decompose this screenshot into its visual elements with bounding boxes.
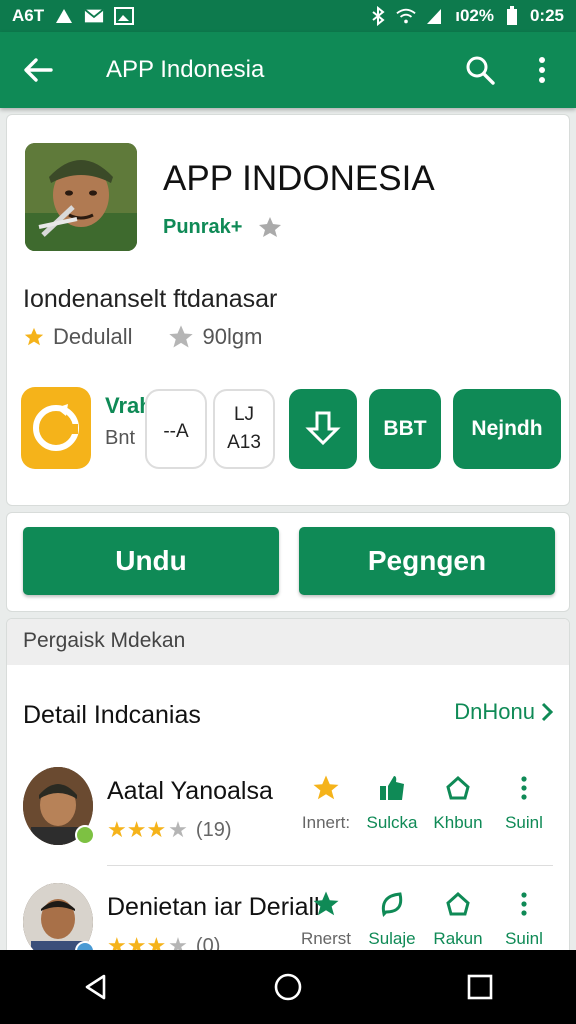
review-action-3[interactable]: Khbun — [425, 773, 491, 833]
nav-recents-button[interactable] — [450, 957, 510, 1017]
review-action-4-label: Suinl — [505, 929, 543, 948]
thumbs-up-icon — [380, 776, 404, 800]
download-arrow-icon — [305, 411, 341, 446]
editor-choice-icon — [259, 217, 282, 237]
search-button[interactable] — [460, 50, 500, 90]
review-action-1[interactable]: Innert: — [293, 773, 359, 833]
review-action-4[interactable]: Suinl — [491, 889, 557, 949]
more-options-button[interactable] — [522, 50, 562, 90]
home-outline-icon — [446, 891, 470, 916]
reviewer-name: Denietan iar Deriall — [107, 893, 320, 921]
mail-icon — [84, 6, 104, 26]
refresh-logo-icon — [33, 404, 79, 451]
downloads-count: 90lgm — [202, 324, 263, 349]
feature-tile-2[interactable]: BBT — [369, 389, 441, 469]
carrier-label: A6T — [12, 6, 45, 25]
battery-icon — [502, 6, 522, 26]
review-item[interactable]: Denietan iar Deriall ★★★ ★ (0) Rnerst Sul… — [23, 883, 557, 957]
wifi-icon — [396, 6, 416, 26]
secondary-button[interactable]: Pegngen — [299, 527, 555, 595]
review-action-2-label: Sulcka — [366, 813, 418, 832]
review-action-1-label: Innert: — [301, 813, 351, 832]
feature-chip-2-line2: A13 — [227, 432, 261, 453]
feature-chip-2[interactable]: LJ A13 — [213, 389, 275, 469]
feature-chip-1-line2: --A — [163, 421, 189, 442]
star-icon — [313, 775, 339, 800]
app-info-card: APP INDONESIA Punrak+ Iondenanselt ftdan… — [6, 114, 570, 506]
search-icon — [466, 56, 495, 85]
reviews-more-link[interactable]: DnHonu — [454, 699, 553, 725]
star-filled-icon: ★★★ — [107, 817, 167, 842]
feature-logo[interactable] — [21, 387, 91, 469]
system-nav-bar — [0, 950, 576, 1024]
arrow-left-icon — [24, 58, 53, 82]
more-vert-icon — [521, 892, 527, 916]
image-icon — [114, 6, 135, 26]
notification-icon — [54, 6, 74, 26]
review-action-2[interactable]: Sulaje — [359, 889, 425, 949]
feature-strip: Vrahonu Bnt --A LJ A13 BBT Nejndh — [21, 387, 561, 469]
nav-back-button[interactable] — [66, 957, 126, 1017]
star-empty-icon: ★ — [168, 817, 188, 842]
rating-label: Dedulall — [53, 324, 133, 349]
avatar-badge — [75, 825, 95, 845]
developer-label: Punrak+ — [163, 215, 243, 238]
review-action-4-label: Suinl — [505, 813, 543, 832]
app-developer[interactable]: Punrak+ — [163, 215, 284, 239]
review-action-1-label: Rnerst — [300, 929, 352, 948]
battery-percent: ı02% — [451, 6, 494, 25]
review-action-4[interactable]: Suinl — [491, 773, 557, 833]
square-recents-icon — [467, 974, 493, 1000]
leaf-icon — [381, 892, 403, 917]
nav-home-button[interactable] — [258, 957, 318, 1017]
install-button[interactable]: Undu — [23, 527, 279, 595]
more-vert-icon — [521, 776, 527, 800]
app-name: APP INDONESIA — [163, 159, 435, 198]
feature-download-tile[interactable] — [289, 389, 357, 469]
reviews-more-label: DnHonu — [454, 699, 535, 724]
status-bar: A6T ı02% 0:25 — [0, 0, 576, 32]
feature-chip-2-line1: LJ — [233, 404, 255, 425]
triangle-back-icon — [85, 974, 106, 1000]
app-bar: APP Indonesia — [0, 32, 576, 108]
app-bar-title: APP Indonesia — [106, 56, 265, 83]
review-action-2-label: Sulaje — [368, 929, 416, 948]
review-action-1[interactable]: Rnerst — [293, 889, 359, 949]
chevron-right-icon — [541, 702, 553, 722]
review-count: (19) — [195, 818, 232, 841]
review-action-3-label: Khbun — [433, 813, 483, 832]
reviews-sub-header: Pergaisk Mdekan — [7, 619, 569, 665]
action-buttons-card: Undu Pegngen — [6, 512, 570, 612]
star-outline-icon — [168, 325, 193, 348]
divider — [107, 865, 553, 866]
person-star-icon — [313, 891, 339, 916]
star-icon — [24, 327, 44, 346]
home-outline-icon — [446, 775, 470, 800]
clock: 0:25 — [529, 6, 564, 25]
more-vert-icon — [539, 57, 545, 83]
review-action-2[interactable]: Sulcka — [359, 773, 425, 833]
review-stars: ★★★ ★ (19) — [107, 817, 231, 843]
rating-row: Dedulall 90lgm — [23, 323, 262, 351]
bluetooth-icon — [368, 6, 388, 26]
reviews-title: Detail Indcanias — [23, 701, 201, 729]
feature-tile-3[interactable]: Nejndh — [453, 389, 561, 469]
reviewer-name: Aatal Yanoalsa — [107, 777, 273, 805]
circle-home-icon — [274, 973, 302, 1001]
back-button[interactable] — [18, 50, 58, 90]
app-description: Iondenanselt ftdanasar — [23, 285, 278, 313]
review-item[interactable]: Aatal Yanoalsa ★★★ ★ (19) Innert: Sulcka … — [23, 767, 557, 857]
review-action-3-label: Rakun — [433, 929, 483, 948]
app-icon — [25, 143, 137, 251]
feature-chip-1[interactable]: --A — [145, 389, 207, 469]
review-action-3[interactable]: Rakun — [425, 889, 491, 949]
signal-icon — [424, 6, 444, 26]
reviews-card: Pergaisk Mdekan Detail Indcanias DnHonu … — [6, 618, 570, 958]
